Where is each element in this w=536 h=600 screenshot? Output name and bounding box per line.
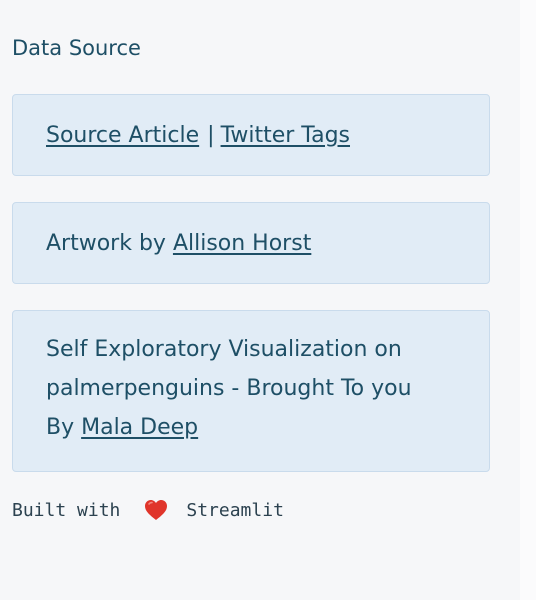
heart-icon [144, 499, 168, 521]
about-line-2: palmerpenguins - Brought To you [46, 376, 412, 401]
sources-info-box: Source Article | Twitter Tags [12, 94, 490, 176]
about-by: By [46, 415, 82, 440]
author-link[interactable]: Mala Deep [81, 415, 198, 440]
sources-line: Source Article | Twitter Tags [46, 123, 350, 148]
artwork-line: Artwork by Allison Horst [46, 231, 311, 256]
link-separator: | [207, 122, 215, 148]
about-line-3: By Mala Deep [46, 408, 469, 447]
heart-shape [145, 500, 168, 520]
artwork-info-box: Artwork by Allison Horst [12, 202, 490, 284]
twitter-tags-link[interactable]: Twitter Tags [221, 123, 350, 148]
artist-link[interactable]: Allison Horst [173, 231, 311, 256]
about-line-1: Self Exploratory Visualization on [46, 337, 402, 362]
footer-framework: Streamlit [186, 499, 284, 521]
sidebar: Data Source Source Article | Twitter Tags … [0, 0, 520, 600]
main-area-edge [520, 0, 536, 600]
section-title: Data Source [12, 36, 141, 60]
source-article-link[interactable]: Source Article [46, 123, 199, 148]
footer-built-with: Built with [12, 499, 121, 521]
about-info-box: Self Exploratory Visualization on palmer… [12, 310, 490, 472]
artwork-prefix: Artwork by [46, 230, 173, 256]
footer: Built with Streamlit [12, 499, 284, 521]
